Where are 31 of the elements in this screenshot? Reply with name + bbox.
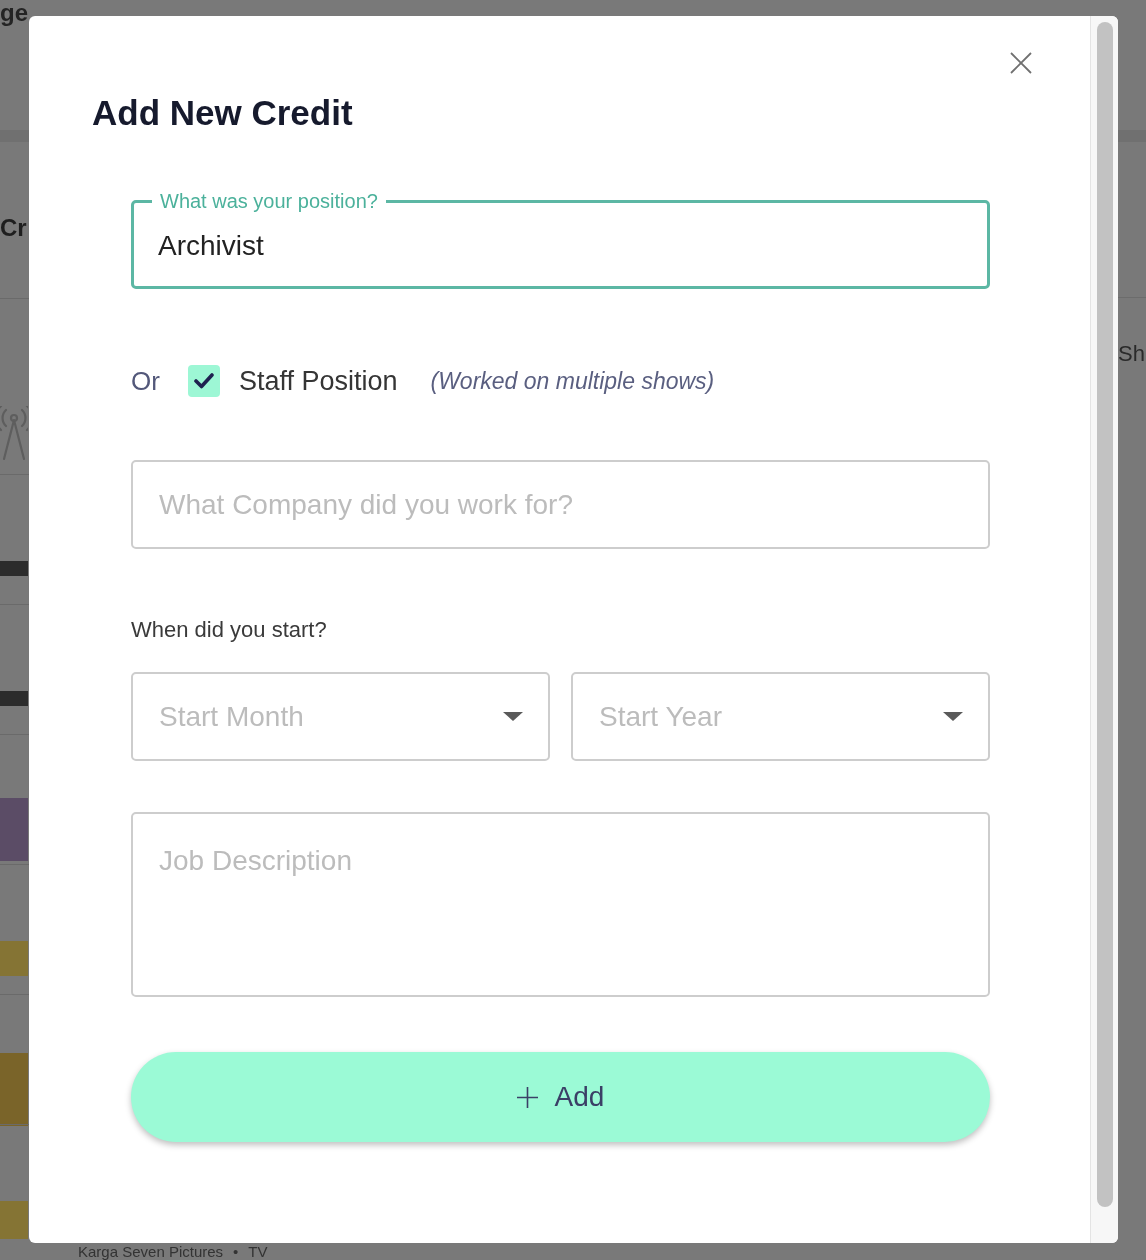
position-field[interactable]: What was your position? Archivist [131, 192, 990, 289]
staff-position-note: (Worked on multiple shows) [430, 367, 715, 396]
logo-placeholder [0, 561, 28, 576]
or-label: Or [131, 365, 160, 397]
scrollbar-thumb[interactable] [1097, 22, 1113, 1207]
page-heading: ge [0, 0, 28, 26]
scrollbar-track[interactable] [1090, 16, 1118, 1243]
dropdown[interactable]: Start Year [571, 672, 990, 761]
separator-dot: • [233, 1243, 239, 1260]
company-field[interactable]: What Company did you work for? [131, 460, 990, 549]
credit-company: Karga Seven Pictures [78, 1243, 224, 1260]
caret-icon [503, 712, 523, 721]
logo-placeholder [0, 941, 28, 976]
add-button[interactable]: Add [131, 1052, 990, 1142]
dropdown[interactable]: Start Month [131, 672, 550, 761]
start-date-label: When did you start? [131, 617, 327, 643]
dialog-title: Add New Credit [92, 92, 353, 134]
description-field[interactable]: Job Description [131, 812, 990, 997]
credit-medium: TV [248, 1243, 268, 1260]
plus-icon [516, 1086, 538, 1108]
logo-placeholder [0, 1201, 28, 1239]
close-button[interactable] [1010, 52, 1032, 74]
logo-placeholder [0, 691, 28, 706]
staff-position-checkbox[interactable] [187, 365, 220, 397]
checkbox-label[interactable]: Staff Position [238, 365, 398, 397]
check-icon [193, 373, 214, 389]
close-icon [1010, 52, 1032, 74]
caret-icon [943, 712, 963, 721]
column-heading: Sh [1118, 340, 1145, 368]
section-title: Cr [0, 214, 27, 242]
logo-placeholder [0, 798, 28, 861]
